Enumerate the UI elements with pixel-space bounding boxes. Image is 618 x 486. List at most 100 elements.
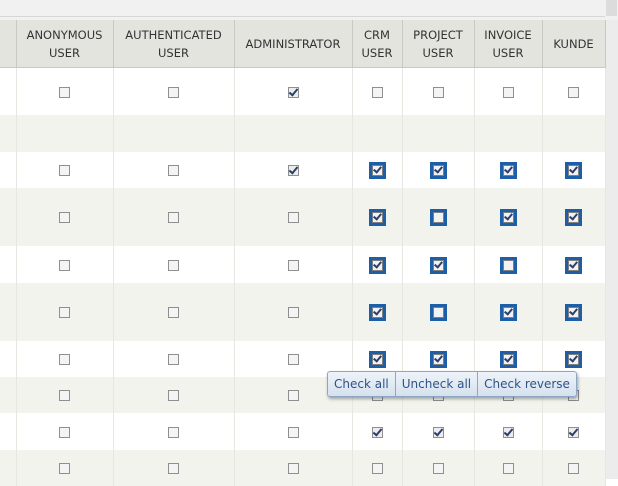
role-header-project-user: PROJECT USER — [402, 20, 475, 68]
permission-cell — [234, 187, 353, 246]
permission-cell — [16, 187, 114, 246]
permission-checkbox[interactable] — [168, 463, 179, 474]
permission-checkbox[interactable] — [368, 351, 386, 368]
permission-checkbox[interactable] — [429, 256, 447, 274]
check-reverse-button[interactable]: Check reverse — [478, 372, 576, 396]
permission-column-header — [0, 20, 17, 68]
permission-checkbox[interactable] — [59, 165, 70, 176]
check-all-button[interactable]: Check all — [328, 372, 396, 396]
permission-checkbox[interactable] — [371, 86, 383, 98]
permission-checkbox[interactable] — [568, 426, 579, 438]
permission-checkbox[interactable] — [287, 86, 299, 98]
permission-row — [0, 412, 606, 450]
permission-checkbox[interactable] — [287, 165, 299, 176]
permission-cell — [16, 340, 114, 377]
permission-checkbox[interactable] — [502, 463, 514, 474]
permission-cell — [474, 67, 543, 115]
permission-checkbox[interactable] — [287, 390, 299, 401]
permission-cell — [113, 151, 235, 188]
permission-checkbox[interactable] — [565, 256, 582, 274]
permission-checkbox[interactable] — [168, 259, 179, 271]
permission-checkbox[interactable] — [287, 307, 299, 318]
permission-checkbox[interactable] — [168, 86, 179, 98]
permission-cell — [234, 245, 353, 283]
role-header-kunde: KUNDE — [542, 20, 606, 68]
permission-checkbox[interactable] — [59, 463, 70, 474]
permission-cell — [234, 449, 353, 486]
permission-checkbox[interactable] — [287, 212, 299, 223]
permission-checkbox[interactable] — [59, 390, 70, 401]
permission-cell — [16, 151, 114, 188]
permission-name-cell — [0, 376, 17, 413]
role-header-invoice-user: INVOICE USER — [474, 20, 543, 68]
permission-checkbox[interactable] — [287, 259, 299, 271]
permission-checkbox[interactable] — [371, 463, 383, 474]
permission-checkbox[interactable] — [432, 426, 444, 438]
permission-cell — [352, 412, 403, 450]
permission-checkbox[interactable] — [499, 304, 517, 321]
permission-cell — [402, 282, 475, 341]
permission-checkbox[interactable] — [565, 209, 582, 226]
permission-checkbox[interactable] — [287, 463, 299, 474]
permission-checkbox[interactable] — [565, 351, 582, 368]
permission-cell — [113, 449, 235, 486]
permission-cell — [474, 151, 543, 188]
permission-checkbox[interactable] — [168, 390, 179, 401]
permission-cell — [402, 187, 475, 246]
permission-checkbox[interactable] — [568, 86, 579, 98]
permission-checkbox[interactable] — [168, 165, 179, 176]
permission-checkbox[interactable] — [429, 304, 447, 321]
permission-checkbox[interactable] — [168, 426, 179, 438]
permission-checkbox[interactable] — [59, 354, 70, 365]
permission-checkbox[interactable] — [565, 304, 582, 321]
permission-checkbox[interactable] — [59, 307, 70, 318]
permission-cell — [474, 282, 543, 341]
permission-cell — [16, 245, 114, 283]
vertical-scrollbar[interactable] — [605, 20, 618, 479]
permission-cell — [234, 282, 353, 341]
permission-checkbox[interactable] — [429, 209, 447, 226]
permission-checkbox[interactable] — [287, 354, 299, 365]
permission-checkbox[interactable] — [368, 209, 386, 226]
permission-name-cell — [0, 245, 17, 283]
permission-cell — [16, 412, 114, 450]
permission-checkbox[interactable] — [499, 209, 517, 226]
permission-checkbox[interactable] — [499, 162, 517, 179]
permission-row — [0, 449, 606, 486]
uncheck-all-button[interactable]: Uncheck all — [396, 372, 479, 396]
permission-checkbox[interactable] — [502, 426, 514, 438]
permission-checkbox[interactable] — [368, 256, 386, 274]
permission-checkbox[interactable] — [59, 426, 70, 438]
permission-checkbox[interactable] — [429, 351, 447, 368]
role-header-administrator: ADMINISTRATOR — [234, 20, 353, 68]
permission-checkbox[interactable] — [565, 162, 582, 179]
permission-cell — [542, 412, 606, 450]
permission-checkbox[interactable] — [429, 162, 447, 179]
permission-checkbox[interactable] — [371, 426, 383, 438]
permission-checkbox[interactable] — [59, 259, 70, 271]
permission-checkbox[interactable] — [368, 304, 386, 321]
permission-checkbox[interactable] — [499, 256, 517, 274]
permission-cell — [352, 282, 403, 341]
permission-checkbox[interactable] — [568, 463, 579, 474]
permission-cell — [113, 187, 235, 246]
permission-checkbox[interactable] — [499, 351, 517, 368]
permission-cell — [16, 282, 114, 341]
permission-row — [0, 67, 606, 115]
permission-checkbox[interactable] — [168, 307, 179, 318]
permission-name-cell — [0, 449, 17, 486]
permission-checkbox[interactable] — [502, 86, 514, 98]
permission-checkbox[interactable] — [168, 354, 179, 365]
permission-checkbox[interactable] — [432, 86, 444, 98]
permission-checkbox[interactable] — [59, 86, 70, 98]
permission-cell — [542, 449, 606, 486]
permission-checkbox[interactable] — [287, 426, 299, 438]
permission-checkbox[interactable] — [432, 463, 444, 474]
scrollbar-thumb[interactable] — [606, 0, 617, 16]
permission-checkbox[interactable] — [168, 212, 179, 223]
permission-cell — [474, 245, 543, 283]
top-bar-line — [0, 0, 605, 17]
permission-cell — [113, 114, 235, 152]
permission-checkbox[interactable] — [59, 212, 70, 223]
permission-checkbox[interactable] — [368, 162, 386, 179]
